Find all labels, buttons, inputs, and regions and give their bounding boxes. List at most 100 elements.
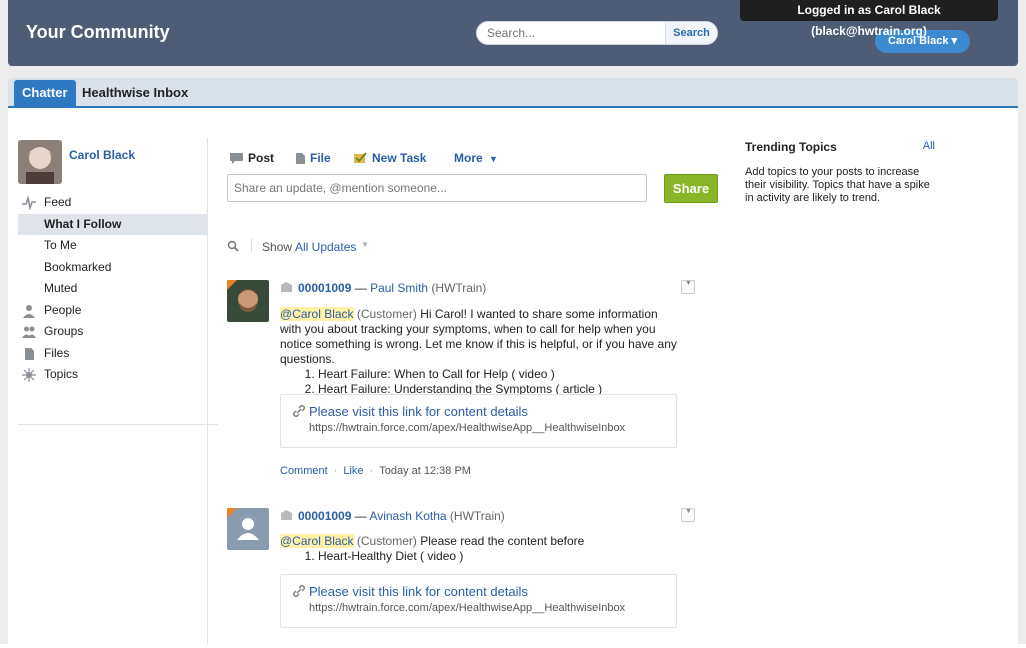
sidebar-item-label: Bookmarked	[44, 259, 112, 274]
link-card-url: https://hwtrain.force.com/apex/Healthwis…	[309, 422, 626, 434]
link-card-title[interactable]: Please visit this link for content detai…	[309, 404, 528, 419]
link-icon	[292, 584, 306, 598]
tab-healthwise-inbox[interactable]: Healthwise Inbox	[74, 80, 196, 106]
publisher-post-label: Post	[248, 151, 275, 165]
feed-item-text: Please read the content before	[416, 534, 585, 548]
publisher-new-task-tab[interactable]: New Task	[353, 148, 426, 168]
separator: ·	[369, 465, 374, 477]
feed-item-actions: Comment · Like · Today at 12:38 PM	[280, 465, 471, 477]
chevron-down-icon[interactable]: ▼	[361, 240, 369, 249]
sidebar-item-what-i-follow[interactable]: What I Follow	[18, 213, 208, 235]
feed-item-body: @Carol Black (Customer) Please read the …	[280, 534, 680, 564]
publisher-new-task-label: New Task	[372, 151, 427, 165]
search-icon[interactable]	[227, 240, 239, 252]
publisher-actions: Post File New Task More ▼	[227, 148, 727, 168]
app-window: Your Community Search Carol Black ▾ Logg…	[0, 0, 1026, 644]
sidebar-item-files[interactable]: Files	[18, 343, 208, 365]
sidebar-divider	[18, 424, 218, 425]
author-link[interactable]: Paul Smith	[370, 281, 428, 295]
mention-link[interactable]: @Carol Black	[280, 307, 354, 321]
sidebar-item-feed[interactable]: Feed	[18, 192, 208, 214]
chevron-down-icon: ▼	[685, 280, 692, 287]
author-org: (HWTrain)	[446, 509, 505, 523]
case-icon	[281, 282, 292, 292]
tab-chatter[interactable]: Chatter	[14, 80, 76, 106]
separator: ·	[333, 465, 338, 477]
task-icon	[354, 152, 367, 164]
sidebar-item-bookmarked[interactable]: Bookmarked	[18, 257, 208, 279]
search-box: Search	[476, 21, 718, 45]
community-brand[interactable]: Your Community	[26, 22, 170, 43]
profile-photo-icon	[18, 140, 62, 184]
like-link[interactable]: Like	[343, 465, 363, 477]
sidebar-item-label: To Me	[44, 238, 77, 252]
header-separator: —	[351, 509, 370, 523]
case-number-link[interactable]: 00001009	[298, 281, 351, 295]
trending-topics-all-link[interactable]: All	[923, 140, 935, 152]
publisher-post-tab[interactable]: Post	[229, 148, 274, 168]
author-link[interactable]: Avinash Kotha	[369, 509, 446, 523]
chevron-down-icon: ▼	[685, 508, 692, 515]
sidebar-item-muted[interactable]: Muted	[18, 278, 208, 300]
groups-icon	[22, 326, 36, 338]
feed-item: 00001009 — Avinash Kotha (HWTrain) ▼ @Ca…	[227, 508, 707, 648]
sidebar-item-label: Topics	[44, 367, 79, 381]
sidebar-item-label: Feed	[44, 195, 72, 209]
profile-name[interactable]: Carol Black	[69, 148, 135, 162]
link-card[interactable]: Please visit this link for content detai…	[280, 394, 677, 448]
content-list: Heart Failure: When to Call for Help ( v…	[318, 367, 680, 397]
publisher-more-label: More	[454, 151, 483, 165]
chevron-down-icon: ▼	[489, 154, 498, 164]
chat-bubble-icon	[230, 153, 243, 165]
filter-show-label: Show	[262, 240, 293, 254]
search-button[interactable]: Search	[665, 22, 717, 44]
feed-item-menu-button[interactable]: ▼	[681, 508, 695, 522]
people-icon	[23, 304, 35, 318]
list-item: Heart Failure: When to Call for Help ( v…	[318, 367, 680, 382]
sidebar-item-topics[interactable]: Topics	[18, 364, 208, 386]
feed-item-body: @Carol Black (Customer) Hi Carol! I want…	[280, 307, 680, 397]
sidebar-item-label: Groups	[44, 324, 84, 338]
case-icon	[281, 510, 292, 520]
publisher-file-tab[interactable]: File	[295, 148, 331, 168]
column-divider	[207, 138, 208, 644]
link-card-url: https://hwtrain.force.com/apex/Healthwis…	[309, 602, 626, 614]
sidebar-item-to-me[interactable]: To Me	[18, 235, 208, 257]
share-button[interactable]: Share	[664, 174, 718, 203]
main-content: Carol Black Feed What I Follow To Me Boo…	[8, 108, 1018, 644]
sidebar-item-groups[interactable]: Groups	[18, 321, 208, 343]
avatar[interactable]	[227, 280, 269, 322]
avatar[interactable]	[18, 140, 62, 184]
mention-link[interactable]: @Carol Black	[280, 534, 354, 548]
sidebar-item-people[interactable]: People	[18, 300, 208, 322]
feed-filter-row: Show All Updates ▼	[227, 238, 727, 258]
sidebar-item-label: People	[44, 302, 82, 317]
link-card[interactable]: Please visit this link for content detai…	[280, 574, 677, 628]
timestamp: Today at 12:38 PM	[379, 465, 471, 477]
filter-divider	[251, 238, 252, 252]
link-card-title[interactable]: Please visit this link for content detai…	[309, 584, 528, 599]
case-number-link[interactable]: 00001009	[298, 509, 351, 523]
avatar[interactable]	[227, 508, 269, 550]
login-status-banner: Logged in as Carol Black (black@hwtrain.…	[740, 0, 998, 38]
sidebar-nav: Feed What I Follow To Me Bookmarked Mute…	[18, 192, 208, 386]
feed-item-menu-button[interactable]: ▼	[681, 280, 695, 294]
file-icon	[296, 153, 305, 165]
sidebar-item-label: What I Follow	[44, 216, 122, 231]
comment-link[interactable]: Comment	[280, 465, 328, 477]
search-input[interactable]	[487, 26, 657, 40]
sidebar-item-label: Muted	[44, 281, 78, 295]
content-list: Heart-Healthy Diet ( video )	[318, 549, 680, 564]
share-update-input[interactable]: Share an update, @mention someone...	[227, 174, 647, 202]
feed-item: 00001009 — Paul Smith (HWTrain) ▼ @Carol…	[227, 280, 707, 480]
feed-item-header: 00001009 — Avinash Kotha (HWTrain)	[280, 508, 505, 524]
publisher-more-tab[interactable]: More ▼	[454, 148, 498, 168]
default-user-icon	[227, 508, 269, 550]
trending-topics-title: Trending Topics	[745, 140, 837, 154]
filter-show-value[interactable]: All Updates	[295, 240, 356, 254]
author-photo-icon	[227, 280, 269, 322]
trending-topics-text: Add topics to your posts to increase the…	[745, 166, 930, 204]
list-item: Heart-Healthy Diet ( video )	[318, 549, 680, 564]
files-icon	[25, 347, 34, 360]
feed-icon	[22, 196, 36, 210]
